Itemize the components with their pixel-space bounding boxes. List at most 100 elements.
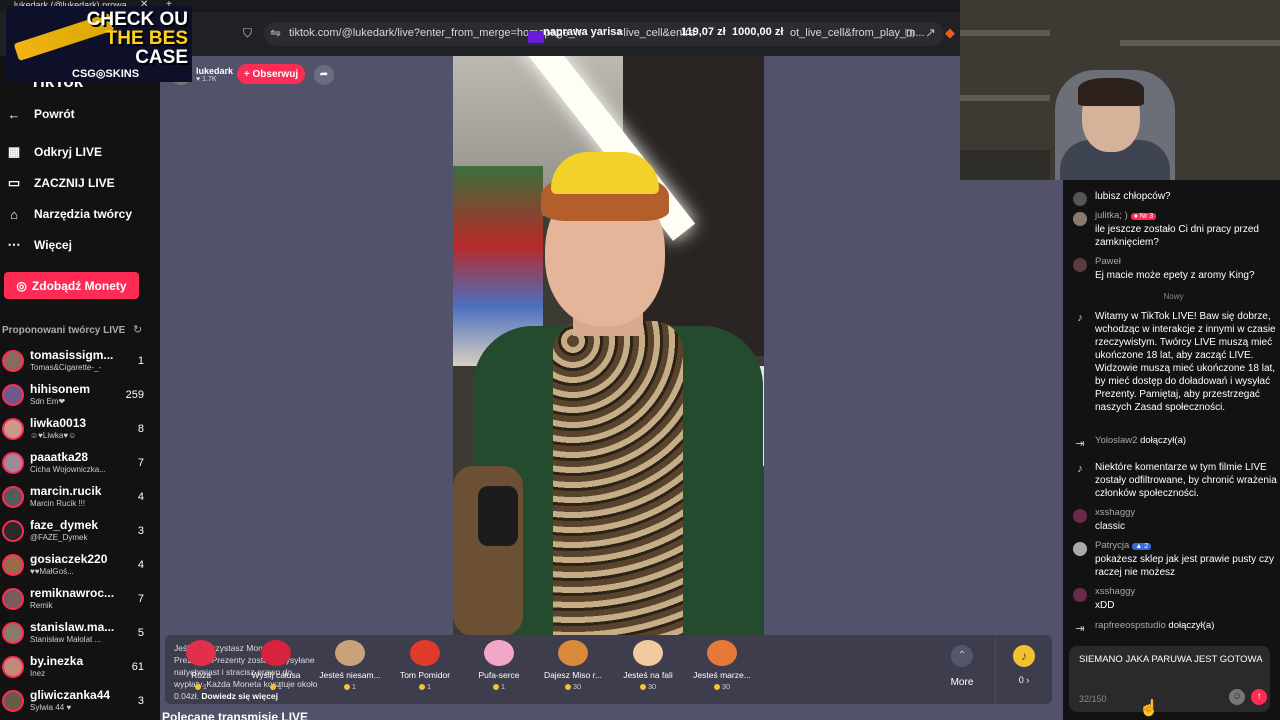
- chat-avatar[interactable]: [1073, 542, 1087, 556]
- creator-viewers: 8: [137, 423, 144, 435]
- emoji-icon[interactable]: ☺: [1229, 689, 1245, 705]
- refresh-icon[interactable]: ↻: [133, 323, 142, 336]
- chat-username[interactable]: Patrycja: [1095, 540, 1129, 551]
- follow-button[interactable]: + Obserwuj: [237, 64, 305, 84]
- gift-price: 1: [166, 682, 236, 691]
- chat-username[interactable]: xsshaggy: [1095, 586, 1135, 597]
- chat-username[interactable]: julitka; ): [1095, 210, 1128, 221]
- chat-avatar[interactable]: [1073, 212, 1087, 226]
- gift-icon: [261, 640, 291, 666]
- chat-username[interactable]: Paweł: [1095, 256, 1121, 267]
- gift-price: 30: [538, 682, 608, 691]
- brave-icon[interactable]: ◆: [945, 25, 955, 41]
- get-coins-button[interactable]: ◎ Zdobądź Monety: [4, 272, 139, 299]
- creator-viewers: 4: [137, 491, 144, 503]
- gift-item[interactable]: Dajesz Miso r... 30: [538, 640, 608, 691]
- gift-price: 30: [687, 682, 757, 691]
- creator-name: stanislaw.ma...: [30, 620, 115, 634]
- creator-avatar: [2, 520, 24, 542]
- chat-text: Witamy w TikTok LIVE! Baw się dobrze, wc…: [1095, 311, 1276, 413]
- gift-item[interactable]: Jesteś niesam... 1: [315, 640, 385, 691]
- sidebar: TikTok ← Powrót ▦ Odkryj LIVE ▭ ZACZNIJ …: [0, 56, 160, 720]
- webcam-hair: [1078, 78, 1144, 106]
- creator-item[interactable]: gliwiczanka44 Sylwia 44 ♥ 3: [0, 688, 150, 720]
- gift-price: 30: [613, 682, 683, 691]
- creator-nickname: Sylwia 44 ♥: [30, 703, 72, 712]
- gift-price: 1: [390, 682, 460, 691]
- creator-avatar: [2, 690, 24, 712]
- gift-name: Jesteś niesam...: [319, 670, 381, 680]
- site-settings-icon[interactable]: ⇋: [270, 25, 281, 41]
- creator-name: by.inezka: [30, 654, 84, 668]
- bookmark-icon[interactable]: ⛉: [243, 26, 252, 41]
- creator-viewers: 7: [137, 593, 144, 605]
- creator-viewers: 3: [137, 525, 144, 537]
- creator-viewers: 4: [137, 559, 144, 571]
- more-gifts-button[interactable]: ⌃ More: [941, 645, 983, 688]
- gift-name: Róża: [191, 670, 211, 680]
- chat-username[interactable]: Yoloslaw2: [1095, 435, 1137, 446]
- creator-item[interactable]: faze_dymek @FAZE_Dymek 3: [0, 518, 150, 550]
- donation-goal: 1000,00 zł: [732, 26, 784, 38]
- creator-viewers: 259: [125, 389, 144, 401]
- chat-avatar[interactable]: [1073, 509, 1087, 523]
- live-video[interactable]: [453, 56, 764, 635]
- chat-text: Niektóre komentarze w tym filmie LIVE zo…: [1095, 462, 1277, 499]
- recommended-heading: Polecane transmisje LIVE: [162, 710, 309, 720]
- chat-input-text[interactable]: SIEMANO JAKA PARUWA JEST GOTOWA: [1079, 654, 1263, 665]
- promo-banner: CHECK OU THE BES CASE CSG◎SKINS: [6, 6, 192, 82]
- creator-item[interactable]: gosiaczek220 ♥♥MałGoś... 4: [0, 552, 150, 584]
- pip-icon[interactable]: ⧉: [905, 25, 914, 41]
- gift-item[interactable]: Tom Pomidor 1: [390, 640, 460, 691]
- share-url-icon[interactable]: ↗: [925, 25, 936, 41]
- learn-more-link[interactable]: Dowiedz się więcej: [201, 691, 278, 701]
- get-coins-label: Zdobądź Monety: [31, 278, 127, 293]
- creator-item[interactable]: stanislaw.ma... Stanisław Małolat ... 5: [0, 620, 150, 652]
- promo-line: THE BES: [105, 28, 188, 49]
- webcam-overlay: [960, 0, 1280, 180]
- creator-avatar: [2, 452, 24, 474]
- creator-item[interactable]: hihisonem Sdn Em❤ 259: [0, 382, 150, 414]
- donation-amount: 119,07 zł: [681, 26, 726, 38]
- creator-item[interactable]: liwka0013 ☺♥Liwka♥☺ 8: [0, 416, 150, 448]
- send-icon[interactable]: ↑: [1251, 689, 1267, 705]
- creator-avatar: [2, 622, 24, 644]
- tiktok-icon: ♪: [1077, 312, 1083, 324]
- gift-item[interactable]: Jesteś na fali 30: [613, 640, 683, 691]
- creator-item[interactable]: remiknawroc... Remik 7: [0, 586, 150, 618]
- chat-avatar[interactable]: [1073, 258, 1087, 272]
- creator-name: gosiaczek220: [30, 552, 108, 566]
- chat-username[interactable]: xsshaggy: [1095, 507, 1135, 518]
- nav-start-live[interactable]: ▭ ZACZNIJ LIVE: [6, 173, 115, 193]
- gift-item[interactable]: Wyślij całusa 1: [241, 640, 311, 691]
- gift-icon: [707, 640, 737, 666]
- nav-more[interactable]: ⋯ Więcej: [6, 235, 72, 255]
- mouse-cursor-icon: ☝: [1139, 700, 1159, 717]
- user-badge: ▲ 2: [1132, 543, 1152, 550]
- video-fleece: [553, 321, 683, 635]
- share-icon[interactable]: ➦: [314, 65, 334, 85]
- creator-item[interactable]: by.inezka Inez 61: [0, 654, 150, 686]
- creator-item[interactable]: paaatka28 Cicha Wojowniczka... 7: [0, 450, 150, 482]
- chat-input[interactable]: SIEMANO JAKA PARUWA JEST GOTOWA 32/150 ☺…: [1069, 646, 1270, 712]
- creator-nickname: Remik: [30, 601, 53, 610]
- creator-item[interactable]: tomasissigm... Tomas&Cigarette-_- 1: [0, 348, 150, 380]
- gift-icon: [335, 640, 365, 666]
- creator-item[interactable]: marcin.rucik Marcin Rucik !!! 4: [0, 484, 150, 516]
- char-counter: 32/150: [1079, 694, 1107, 704]
- gift-name: Wyślij całusa: [251, 670, 301, 680]
- gift-item[interactable]: Pufa-serce 1: [464, 640, 534, 691]
- donation-overlay-mark: [528, 31, 544, 43]
- chat-avatar[interactable]: [1073, 192, 1087, 206]
- chat-join-text: dołączył(a): [1168, 620, 1215, 631]
- nav-back[interactable]: ← Powrót: [6, 104, 75, 124]
- gift-icon: [186, 640, 216, 666]
- nav-discover-live[interactable]: ▦ Odkryj LIVE: [6, 142, 102, 162]
- chat-username[interactable]: rapfreeospstudio: [1095, 620, 1166, 631]
- chat-avatar[interactable]: [1073, 588, 1087, 602]
- nav-creator-tools[interactable]: ⌂ Narzędzia twórcy: [6, 204, 132, 224]
- coin-icon: ◎: [16, 278, 27, 293]
- gift-item[interactable]: Jesteś marze... 30: [687, 640, 757, 691]
- coin-balance[interactable]: ♪ 0 ›: [995, 635, 1052, 704]
- gift-item[interactable]: Róża 1: [166, 640, 236, 691]
